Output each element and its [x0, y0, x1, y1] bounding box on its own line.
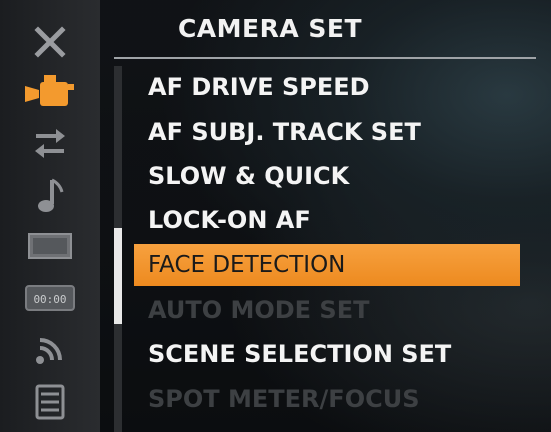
setup-list-icon[interactable]: [22, 382, 78, 422]
video-camera-icon[interactable]: [22, 72, 78, 112]
menu-item-spot-meter-focus: SPOT METER/FOCUS: [148, 385, 420, 413]
timecode-label: 00:00: [33, 293, 66, 306]
music-note-icon[interactable]: [22, 176, 78, 216]
menu-item-af-subj-track-set[interactable]: AF SUBJ. TRACK SET: [134, 111, 520, 153]
scrollbar-thumb[interactable]: [114, 228, 122, 324]
menu-item-slow-and-quick[interactable]: SLOW & QUICK: [134, 155, 520, 197]
menu-item-af-drive-speed[interactable]: AF DRIVE SPEED: [134, 66, 520, 108]
menu-category-sidebar: 00:00: [0, 0, 100, 432]
menu-item-face-detection[interactable]: FACE DETECTION: [134, 244, 520, 286]
title-divider: [114, 57, 536, 59]
menu-item-scene-selection-set[interactable]: SCENE SELECTION SET: [134, 333, 520, 375]
display-icon[interactable]: [22, 226, 78, 266]
timecode-icon[interactable]: 00:00: [22, 278, 78, 318]
menu-item-auto-mode-set: AUTO MODE SET: [148, 296, 370, 324]
camera-menu-screen: 00:00 CAMERA SET AF DRIVE SPEED AF SUBJ.…: [0, 0, 551, 432]
menu-item-lock-on-af[interactable]: LOCK-ON AF: [134, 199, 520, 241]
menu-title: CAMERA SET: [177, 14, 363, 43]
transfer-arrows-icon[interactable]: [22, 124, 78, 164]
wifi-icon[interactable]: [22, 330, 78, 370]
close-icon[interactable]: [22, 22, 78, 62]
